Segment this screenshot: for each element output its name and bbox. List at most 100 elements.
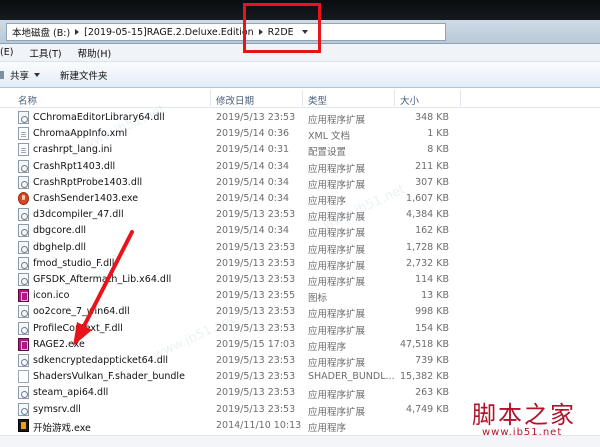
file-type: 应用程序 bbox=[308, 196, 347, 207]
file-name: CChromaEditorLibrary64.dll bbox=[33, 112, 165, 123]
file-size: 114 KB bbox=[415, 274, 449, 285]
file-row[interactable]: d3dcompiler_47.dll 2019/5/13 23:53 应用程序扩展 4… bbox=[0, 207, 460, 223]
file-row[interactable]: CChromaEditorLibrary64.dll 2019/5/13 23:5… bbox=[0, 110, 460, 126]
file-name: CrashSender1403.exe bbox=[33, 193, 139, 204]
file-name: 开始游戏.exe bbox=[33, 422, 91, 434]
file-name: ShadersVulkan_F.shader_bundle bbox=[33, 371, 185, 383]
dll-file-icon bbox=[18, 111, 29, 124]
menu-tools[interactable]: 工具(T) bbox=[21, 46, 69, 60]
file-date: 2019/5/13 23:53 bbox=[216, 241, 296, 253]
file-size: 348 KB bbox=[415, 112, 449, 123]
breadcrumb-folder[interactable]: [2019-05-15]RAGE.2.Deluxe.Edition bbox=[81, 27, 257, 38]
column-name[interactable]: 名称 bbox=[18, 93, 37, 107]
dll-file-icon bbox=[18, 386, 29, 400]
file-type: 配置设置 bbox=[308, 147, 347, 159]
column-divider[interactable] bbox=[460, 90, 461, 106]
file-name: dbghelp.dll bbox=[33, 241, 86, 253]
file-type: 应用程序扩展 bbox=[308, 390, 366, 402]
file-row[interactable]: ChromaAppInfo.xml 2019/5/14 0:36 XML 文档 1 K… bbox=[0, 126, 460, 142]
file-row[interactable]: dbghelp.dll 2019/5/13 23:53 应用程序扩展 1,728 KB bbox=[0, 240, 460, 256]
file-size: 1 KB bbox=[427, 128, 449, 140]
share-button[interactable]: 共享 bbox=[0, 68, 50, 82]
file-name: symsrv.dll bbox=[33, 403, 81, 415]
file-row[interactable]: GFSDK_Aftermath_Lib.x64.dll 2019/5/13 23:… bbox=[0, 272, 460, 288]
file-date: 2019/5/14 0:36 bbox=[216, 128, 290, 140]
file-type: 应用程序扩展 bbox=[308, 212, 366, 224]
file-date: 2014/11/10 10:13 bbox=[216, 419, 302, 431]
file-size: 739 KB bbox=[415, 355, 449, 366]
column-type[interactable]: 类型 bbox=[308, 93, 327, 107]
file-date: 2019/5/13 23:53 bbox=[216, 355, 296, 366]
menu-help[interactable]: 帮助(H) bbox=[70, 46, 120, 60]
file-row[interactable]: oo2core_7_win64.dll 2019/5/13 23:53 应用程序扩展… bbox=[0, 304, 460, 320]
file-size: 162 KB bbox=[415, 225, 449, 237]
chevron-right-icon[interactable] bbox=[75, 29, 80, 35]
file-date: 2019/5/13 23:53 bbox=[216, 322, 296, 334]
file-row[interactable]: 开始游戏.exe 2014/11/10 10:13 应用程序 bbox=[0, 418, 460, 434]
file-date: 2019/5/13 23:53 bbox=[216, 209, 296, 221]
dll-file-icon bbox=[18, 273, 29, 286]
column-divider[interactable] bbox=[302, 90, 303, 106]
file-row[interactable]: ShadersVulkan_F.shader_bundle 2019/5/13 2… bbox=[0, 369, 460, 385]
breadcrumb-drive[interactable]: 本地磁盘 (B:) bbox=[9, 25, 73, 39]
new-folder-button[interactable]: 新建文件夹 bbox=[50, 68, 118, 82]
file-type: 应用程序扩展 bbox=[308, 277, 366, 288]
file-size: 1,728 KB bbox=[406, 241, 449, 253]
crash-sender-icon bbox=[18, 192, 29, 205]
file-type: 应用程序扩展 bbox=[308, 179, 366, 191]
file-row[interactable]: steam_api64.dll 2019/5/13 23:53 应用程序扩展 263 … bbox=[0, 385, 460, 401]
file-name: icon.ico bbox=[33, 290, 70, 302]
file-type: 应用程序扩展 bbox=[308, 309, 366, 321]
file-date: 2019/5/14 0:34 bbox=[216, 176, 290, 188]
file-date: 2019/5/13 23:55 bbox=[216, 290, 296, 302]
file-row[interactable]: CrashRpt1403.dll 2019/5/14 0:34 应用程序扩展 211 … bbox=[0, 159, 460, 175]
chevron-down-icon bbox=[34, 72, 41, 77]
dll-file-icon bbox=[18, 354, 29, 367]
column-divider[interactable] bbox=[394, 90, 395, 106]
column-divider[interactable] bbox=[210, 90, 211, 106]
file-row[interactable]: ProfileContext_F.dll 2019/5/13 23:53 应用程序扩… bbox=[0, 321, 460, 337]
file-row[interactable]: RAGE2.exe 2019/5/15 17:03 应用程序 47,518 KB bbox=[0, 337, 460, 353]
dll-file-icon bbox=[18, 208, 29, 222]
file-icon bbox=[18, 370, 29, 384]
file-size: 211 KB bbox=[415, 160, 449, 172]
file-size: 8 KB bbox=[427, 144, 449, 156]
file-row[interactable]: icon.ico 2019/5/13 23:55 图标 13 KB bbox=[0, 288, 460, 304]
file-size: 13 KB bbox=[421, 290, 449, 302]
file-size: 263 KB bbox=[415, 387, 449, 399]
file-name: oo2core_7_win64.dll bbox=[33, 306, 130, 318]
dll-file-icon bbox=[18, 321, 29, 335]
file-name: fmod_studio_F.dll bbox=[33, 257, 115, 269]
breadcrumb[interactable]: 本地磁盘 (B:) [2019-05-15]RAGE.2.Deluxe.Edit… bbox=[6, 23, 446, 41]
file-size: 154 KB bbox=[415, 322, 449, 334]
highlight-box bbox=[243, 3, 321, 53]
file-type: 应用程序扩展 bbox=[308, 325, 366, 337]
file-type: 应用程序扩展 bbox=[308, 358, 366, 369]
file-size: 15,382 KB bbox=[399, 371, 449, 383]
file-row[interactable]: CrashSender1403.exe 2019/5/14 0:34 应用程序 1,6… bbox=[0, 191, 460, 207]
file-type: 应用程序扩展 bbox=[308, 115, 366, 126]
file-date: 2019/5/13 23:53 bbox=[216, 371, 296, 383]
file-row[interactable]: fmod_studio_F.dll 2019/5/13 23:53 应用程序扩展 2,… bbox=[0, 256, 460, 272]
dll-file-icon bbox=[18, 175, 29, 189]
file-row[interactable]: dbgcore.dll 2019/5/14 0:34 应用程序扩展 162 KB bbox=[0, 223, 460, 239]
file-type: 应用程序扩展 bbox=[308, 260, 366, 272]
file-type: 应用程序扩展 bbox=[308, 163, 366, 175]
file-date: 2019/5/13 23:53 bbox=[216, 403, 296, 415]
file-row[interactable]: CrashRptProbe1403.dll 2019/5/14 0:34 应用程序扩… bbox=[0, 175, 460, 191]
file-list: CChromaEditorLibrary64.dll 2019/5/13 23:5… bbox=[0, 110, 600, 435]
share-button-label: 共享 bbox=[10, 70, 30, 82]
ico-file-icon bbox=[18, 289, 29, 303]
file-size: 998 KB bbox=[415, 306, 449, 318]
menu-edit[interactable]: (E) bbox=[0, 47, 21, 58]
file-row[interactable]: crashrpt_lang.ini 2019/5/14 0:31 配置设置 8 KB bbox=[0, 142, 460, 158]
file-date: 2019/5/15 17:03 bbox=[216, 338, 296, 350]
file-name: CrashRptProbe1403.dll bbox=[33, 176, 143, 188]
file-type: 应用程序 bbox=[308, 422, 347, 434]
column-date[interactable]: 修改日期 bbox=[216, 93, 254, 107]
column-size[interactable]: 大小 bbox=[400, 93, 419, 107]
file-row[interactable]: symsrv.dll 2019/5/13 23:53 应用程序扩展 4,749 KB bbox=[0, 402, 460, 418]
xml-file-icon bbox=[18, 127, 29, 141]
file-row[interactable]: sdkencryptedappticket64.dll 2019/5/13 23:… bbox=[0, 353, 460, 369]
ini-file-icon bbox=[18, 143, 29, 157]
